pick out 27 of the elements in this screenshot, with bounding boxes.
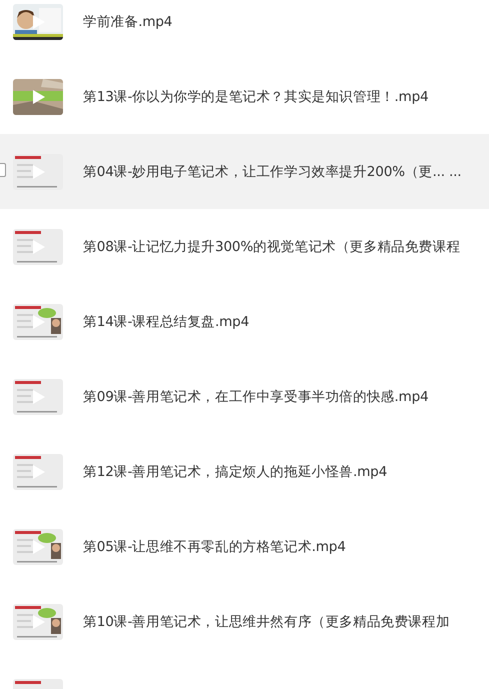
file-row[interactable]: 第04课-妙用电子笔记术，让工作学习效率提升200%（更... ... — [0, 134, 489, 209]
file-row[interactable]: 第13课-你以为你学的是笔记术？其实是知识管理！.mp4 — [0, 59, 489, 134]
file-name: 第08课-让记忆力提升300%的视觉笔记术（更多精品免费课程 — [83, 238, 460, 256]
play-icon — [33, 540, 45, 554]
file-row[interactable]: 第09课-善用笔记术，在工作中享受事半功倍的快感.mp4 — [0, 359, 489, 434]
file-row[interactable]: 学前准备.mp4 — [0, 0, 489, 59]
file-name: 第13课-你以为你学的是笔记术？其实是知识管理！.mp4 — [83, 88, 428, 106]
file-row[interactable]: 第08课-让记忆力提升300%的视觉笔记术（更多精品免费课程 — [0, 209, 489, 284]
play-icon — [33, 164, 45, 178]
file-row[interactable]: 第10课-善用笔记术，让思维井然有序（更多精品免费课程加 — [0, 584, 489, 659]
file-name: 第09课-善用笔记术，在工作中享受事半功倍的快感.mp4 — [83, 388, 428, 406]
play-icon — [33, 90, 45, 104]
file-name: 第12课-善用笔记术，搞定烦人的拖延小怪兽.mp4 — [83, 462, 388, 480]
file-name: 第04课-妙用电子笔记术，让工作学习效率提升200%（更... ... — [83, 162, 462, 180]
play-icon — [33, 614, 45, 628]
file-name: 学前准备.mp4 — [83, 12, 172, 30]
file-name: 第14课-课程总结复盘.mp4 — [83, 312, 250, 330]
play-icon — [33, 390, 45, 404]
file-row[interactable]: 第05课-让思维不再零乱的方格笔记术.mp4 — [0, 509, 489, 584]
play-icon — [33, 464, 45, 478]
play-icon — [33, 240, 45, 254]
file-name: 第10课-善用笔记术，让思维井然有序（更多精品免费课程加 — [83, 612, 450, 630]
play-icon — [33, 314, 45, 328]
file-row[interactable]: 第14课-课程总结复盘.mp4 — [0, 284, 489, 359]
file-name: 第05课-让思维不再零乱的方格笔记术.mp4 — [83, 538, 346, 556]
play-icon — [33, 14, 45, 28]
file-row[interactable]: 第12课-善用笔记术，搞定烦人的拖延小怪兽.mp4 — [0, 434, 489, 509]
